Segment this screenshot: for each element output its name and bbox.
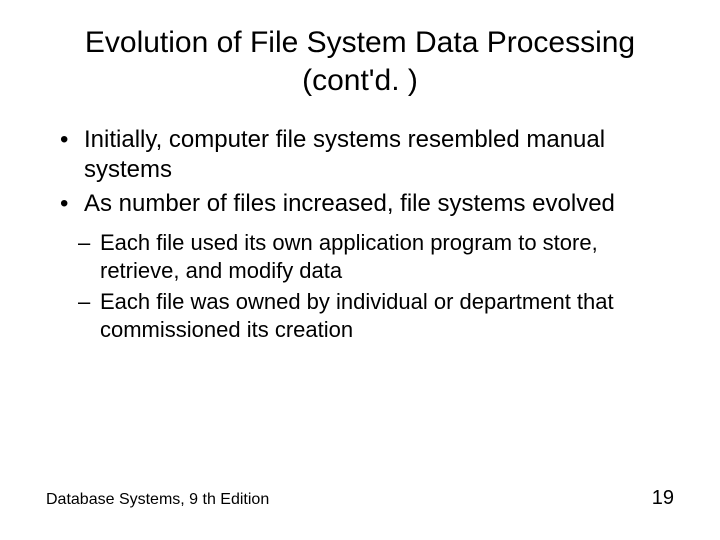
bullet-list-level1: Initially, computer file systems resembl…: [50, 125, 680, 219]
footer-source: Database Systems, 9 th Edition: [46, 491, 269, 509]
slide: Evolution of File System Data Processing…: [0, 0, 720, 540]
list-item: Each file was owned by individual or dep…: [74, 288, 680, 343]
page-number: 19: [652, 487, 674, 510]
list-item: As number of files increased, file syste…: [50, 189, 680, 219]
bullet-list-level2: Each file used its own application progr…: [74, 229, 680, 343]
list-item: Each file used its own application progr…: [74, 229, 680, 284]
slide-footer: Database Systems, 9 th Edition 19: [46, 487, 674, 510]
slide-title: Evolution of File System Data Processing…: [70, 24, 650, 99]
list-item: Initially, computer file systems resembl…: [50, 125, 680, 185]
